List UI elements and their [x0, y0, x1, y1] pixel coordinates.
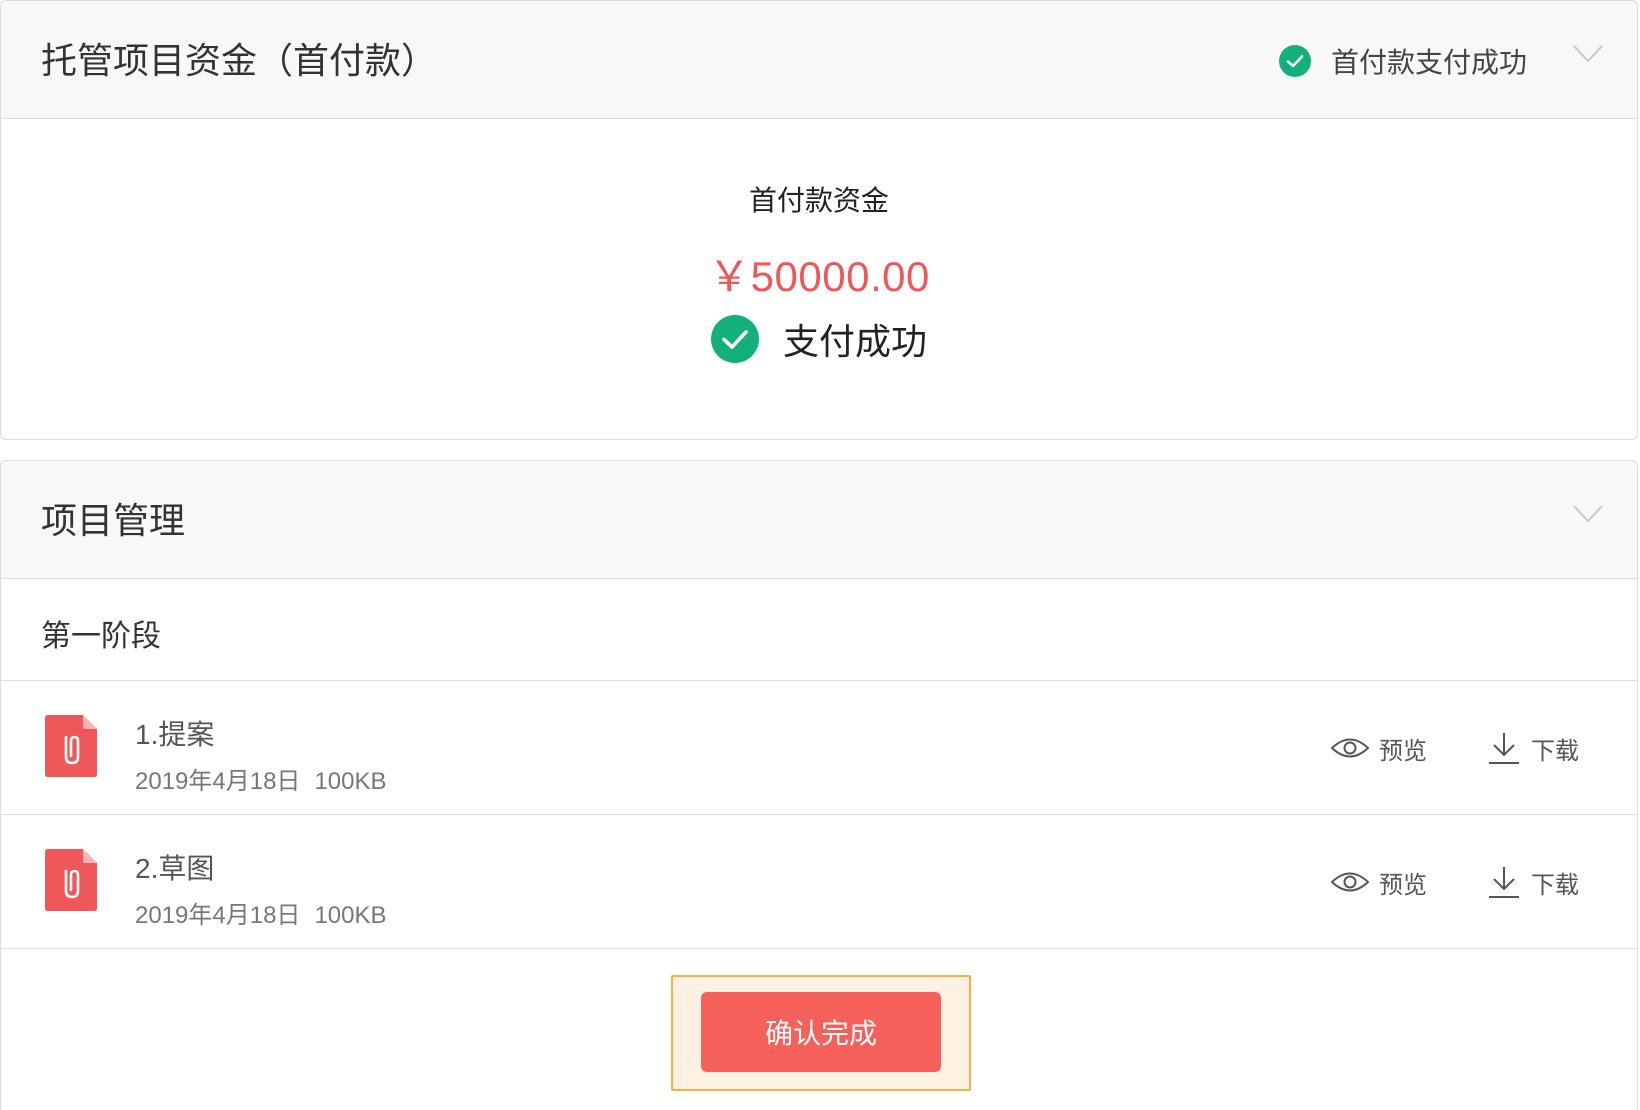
fund-label: 首付款资金 [748, 185, 889, 216]
payment-status: 支付成功 [1, 313, 1637, 365]
download-label: 下载 [1531, 737, 1579, 765]
file-name: 1.提案 [135, 719, 215, 750]
header-payment-status: 首付款支付成功 [1278, 41, 1527, 81]
eye-icon [1331, 872, 1369, 892]
preview-label: 预览 [1379, 737, 1427, 765]
escrow-card-header[interactable]: 托管项目资金（首付款） 首付款支付成功 [1, 1, 1637, 119]
payment-status-text: 支付成功 [782, 321, 927, 362]
download-label: 下载 [1531, 871, 1579, 899]
file-attachment-icon [45, 715, 97, 777]
file-size: 100KB [314, 902, 387, 929]
fund-amount: ￥50000.00 [708, 253, 930, 300]
file-name: 2.草图 [135, 853, 215, 884]
download-icon [1489, 867, 1519, 898]
preview-button[interactable]: 预览 [1331, 865, 1427, 899]
download-button[interactable]: 下载 [1487, 731, 1579, 765]
download-icon [1489, 733, 1519, 764]
file-date: 2019年4月18日 [135, 902, 301, 929]
header-status-text: 首付款支付成功 [1330, 47, 1527, 78]
preview-button[interactable]: 预览 [1331, 731, 1427, 765]
file-row: 1.提案 2019年4月18日 100KB 预览 下载 [1, 681, 1637, 815]
chevron-down-icon[interactable] [1573, 45, 1603, 63]
preview-label: 预览 [1379, 871, 1427, 899]
project-card-title: 项目管理 [41, 500, 186, 541]
project-card: 项目管理 第一阶段 1.提案 2019年4月18日 100KB 预览 下载 2.… [0, 460, 1638, 1110]
project-card-header[interactable]: 项目管理 [1, 461, 1637, 579]
stage-title: 第一阶段 [41, 620, 161, 653]
escrow-card-title: 托管项目资金（首付款） [41, 40, 438, 81]
file-meta: 2019年4月18日 100KB [135, 761, 387, 796]
check-circle-icon [710, 315, 759, 363]
check-circle-icon [1278, 45, 1311, 77]
eye-icon [1331, 738, 1369, 758]
file-date: 2019年4月18日 [135, 768, 301, 795]
stage-header: 第一阶段 [1, 579, 1637, 681]
confirm-complete-button[interactable]: 确认完成 [701, 992, 941, 1072]
chevron-down-icon[interactable] [1573, 505, 1603, 523]
file-meta: 2019年4月18日 100KB [135, 895, 387, 930]
file-row: 2.草图 2019年4月18日 100KB 预览 下载 [1, 815, 1637, 949]
file-size: 100KB [314, 768, 387, 795]
confirm-button-highlight: 确认完成 [671, 975, 971, 1091]
file-attachment-icon [45, 849, 97, 911]
escrow-card: 托管项目资金（首付款） 首付款支付成功 首付款资金 ￥50000.00 支付成功 [0, 0, 1638, 440]
download-button[interactable]: 下载 [1487, 865, 1579, 899]
